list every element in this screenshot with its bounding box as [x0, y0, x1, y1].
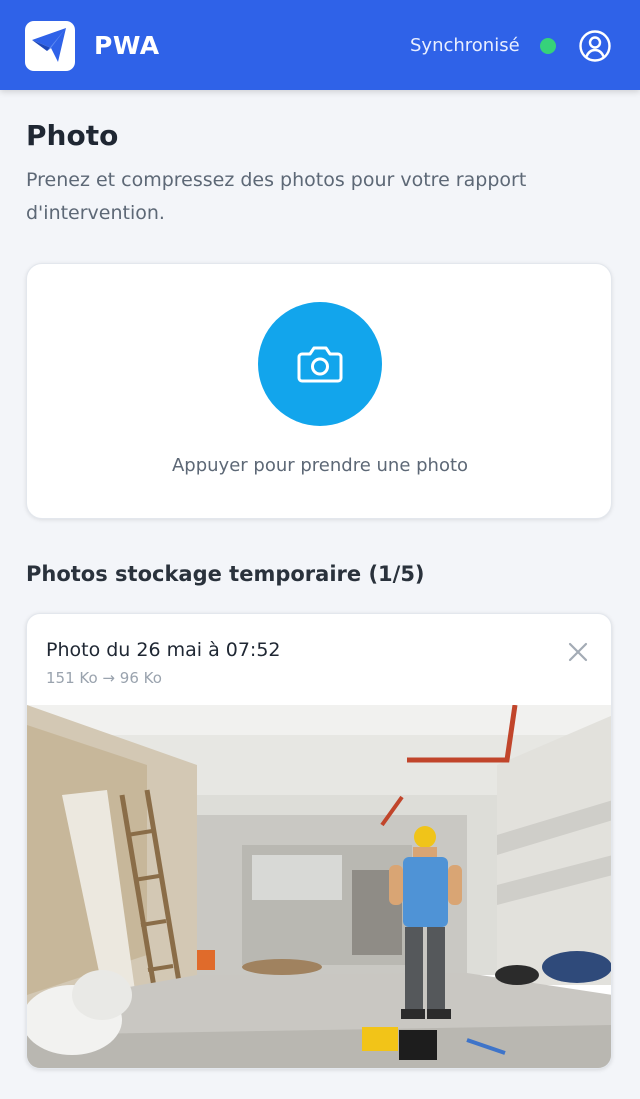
user-circle-icon: [579, 30, 611, 62]
temporary-storage-title: Photos stockage temporaire (1/5): [26, 562, 425, 586]
take-photo-button[interactable]: [258, 302, 382, 426]
app-name: PWA: [94, 31, 160, 60]
photo-title: Photo du 26 mai à 07:52: [46, 639, 281, 661]
photo-card: Photo du 26 mai à 07:52 151 Ko → 96 Ko: [26, 613, 612, 1069]
page-description: Prenez et compressez des photos pour vot…: [26, 169, 527, 224]
top-bar: PWA Synchronisé: [0, 0, 640, 90]
app-logo[interactable]: [25, 21, 75, 71]
sync-status-label: Synchronisé: [410, 35, 520, 56]
sync-status-indicator: [540, 38, 556, 54]
remove-photo-button[interactable]: [567, 641, 589, 663]
user-account-button[interactable]: [578, 29, 612, 63]
paper-plane-icon: [32, 28, 66, 62]
camera-icon: [297, 346, 343, 383]
page-title: Photo: [26, 119, 119, 152]
photo-size-compression: 151 Ko → 96 Ko: [46, 669, 162, 687]
photo-capture-card[interactable]: Appuyer pour prendre une photo: [26, 263, 612, 519]
photo-thumbnail[interactable]: [27, 705, 611, 1068]
capture-hint: Appuyer pour prendre une photo: [171, 455, 469, 476]
construction-site-photo: [27, 705, 611, 1068]
close-icon: [568, 642, 588, 662]
